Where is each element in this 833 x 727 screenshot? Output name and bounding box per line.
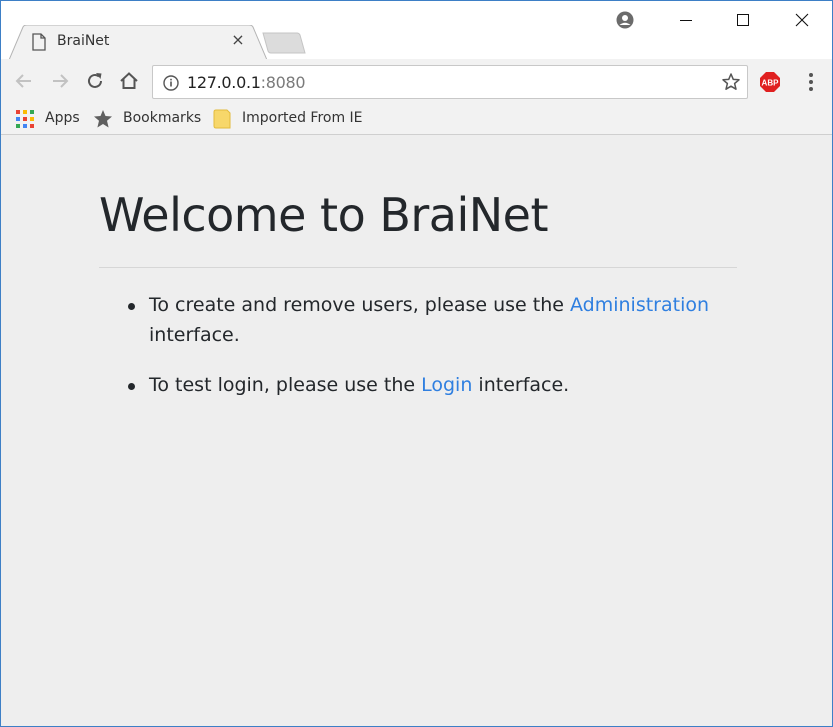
minimize-icon: [680, 20, 692, 21]
tab-brainet[interactable]: BraiNet ×: [9, 25, 267, 60]
page-title: Welcome to BraiNet: [99, 188, 549, 242]
info-list: To create and remove users, please use t…: [128, 290, 709, 420]
bookmark-star-icon[interactable]: [721, 72, 741, 92]
divider: [99, 267, 737, 268]
adblock-plus-icon[interactable]: ABP: [759, 71, 781, 93]
page-icon: [32, 33, 46, 51]
list-item-text: interface.: [472, 374, 570, 396]
title-bar: BraiNet ×: [1, 1, 832, 60]
minimize-button[interactable]: [666, 5, 706, 33]
bookmark-label: Apps: [45, 110, 80, 126]
tab-title: BraiNet: [57, 33, 110, 49]
browser-toolbar: 127.0.0.1:8080 ABP: [1, 59, 832, 103]
url-text: 127.0.0.1:8080: [187, 73, 306, 92]
maximize-button[interactable]: [723, 5, 763, 33]
bookmark-apps[interactable]: Apps: [15, 108, 83, 130]
folder-icon: [213, 109, 231, 129]
list-item-text: To create and remove users, please use t…: [149, 294, 570, 316]
abp-label: ABP: [762, 79, 780, 88]
menu-dots-icon[interactable]: [801, 71, 821, 93]
forward-arrow-icon[interactable]: [49, 70, 71, 92]
login-link[interactable]: Login: [421, 374, 472, 396]
info-icon[interactable]: [162, 74, 180, 92]
page-content: Welcome to BraiNet To create and remove …: [1, 136, 832, 726]
list-item: To test login, please use the Login inte…: [128, 370, 709, 400]
url-port: :8080: [260, 73, 306, 92]
bookmark-imported-from-ie[interactable]: Imported From IE: [213, 108, 373, 130]
bookmark-label: Imported From IE: [242, 110, 363, 126]
star-icon: [94, 110, 112, 128]
reload-icon[interactable]: [84, 70, 106, 92]
back-arrow-icon[interactable]: [13, 70, 35, 92]
bookmark-label: Bookmarks: [123, 110, 202, 126]
close-icon: [795, 13, 809, 27]
apps-grid-icon: [16, 110, 34, 128]
close-window-button[interactable]: [782, 5, 822, 33]
new-tab-button[interactable]: [261, 32, 307, 54]
browser-window: BraiNet × 127.0.0.1:8080 ABP Apps Bookma…: [0, 0, 833, 727]
list-item: To create and remove users, please use t…: [128, 290, 709, 350]
profile-icon[interactable]: [616, 11, 634, 29]
url-host: 127.0.0.1: [187, 73, 261, 92]
list-item-text: interface.: [149, 324, 240, 346]
bookmark-bookmarks[interactable]: Bookmarks: [93, 108, 203, 130]
maximize-icon: [737, 14, 749, 26]
tab-close-icon[interactable]: ×: [229, 31, 247, 49]
administration-link[interactable]: Administration: [570, 294, 709, 316]
bookmarks-bar: Apps Bookmarks Imported From IE: [1, 103, 832, 135]
list-item-text: To test login, please use the: [149, 374, 422, 396]
address-bar[interactable]: 127.0.0.1:8080: [152, 65, 748, 99]
home-icon[interactable]: [118, 70, 140, 92]
